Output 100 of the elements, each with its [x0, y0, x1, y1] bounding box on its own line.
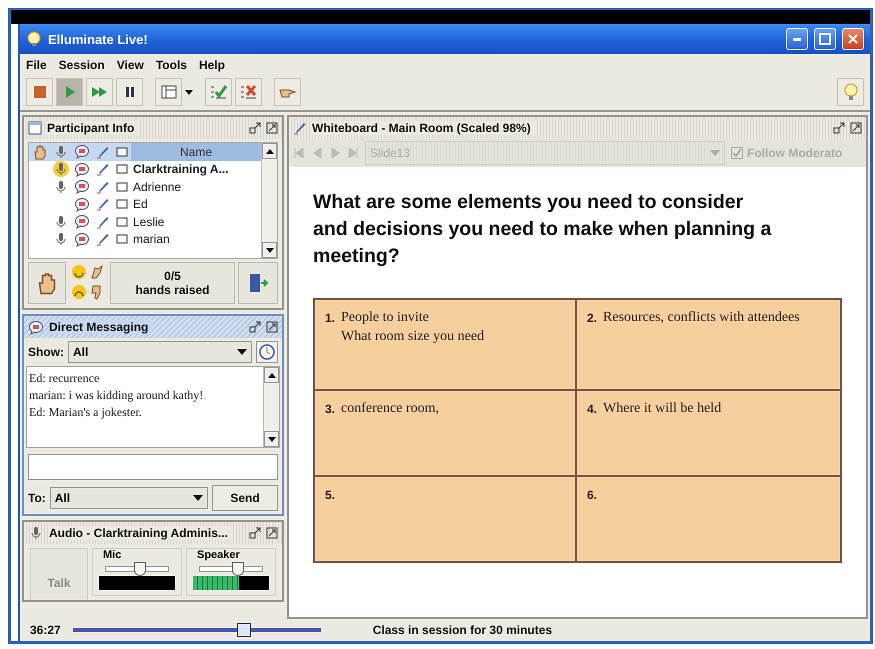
- pencil-icon: [96, 214, 110, 229]
- item-number: 6.: [587, 487, 598, 504]
- group-label: Mic: [102, 549, 122, 562]
- scrollbar[interactable]: [261, 143, 277, 258]
- participant-name[interactable]: Leslie: [131, 214, 261, 229]
- menu-item[interactable]: Tools: [156, 58, 187, 72]
- restore-icon: [249, 122, 261, 134]
- caret-icon: [193, 495, 203, 501]
- panel-title: Participant Info: [47, 121, 138, 135]
- cell-text: Resources, conflicts with attendees: [603, 309, 800, 327]
- door-icon: [247, 272, 269, 294]
- column-header[interactable]: Name: [131, 143, 261, 160]
- menu-item[interactable]: Help: [198, 58, 225, 72]
- lightbulb-icon: [26, 31, 42, 47]
- chat-bubble-icon: [74, 214, 90, 230]
- cell-text: People to invite: [341, 309, 430, 327]
- toolbar-button[interactable]: [235, 78, 262, 106]
- chat-bubble-icon: [74, 162, 90, 177]
- slider-thumb[interactable]: [236, 623, 250, 637]
- chat-message: Ed: recurrence: [29, 371, 100, 386]
- restore-icon: [833, 122, 845, 134]
- caret-icon[interactable]: [185, 90, 193, 94]
- send-button[interactable]: Send: [212, 485, 278, 511]
- cell-text: conference room,: [341, 400, 439, 418]
- close-button[interactable]: [842, 28, 864, 50]
- cell-text: What room size you need: [341, 328, 484, 346]
- item-number: 3.: [325, 401, 336, 418]
- window-icon: [28, 121, 42, 135]
- hands-count: 0/5: [164, 269, 181, 283]
- caret-icon: [237, 349, 247, 355]
- maximize-icon: [850, 122, 862, 134]
- stop-icon: [32, 85, 46, 99]
- minimize-icon: [793, 38, 801, 40]
- chat-bubble-icon: [74, 179, 90, 194]
- pencil-icon: [96, 144, 110, 159]
- panel-title: Whiteboard - Main Room (Scaled 98%): [312, 121, 535, 135]
- scrollbar[interactable]: [263, 367, 279, 447]
- checkbox-label: Follow Moderato: [747, 146, 842, 160]
- toolbar-button[interactable]: [205, 78, 232, 106]
- scroll-arrow-icon: [266, 248, 274, 252]
- restore-icon: [249, 321, 261, 333]
- group-label: Speaker: [196, 549, 241, 562]
- participant-name[interactable]: Adrienne: [131, 180, 261, 194]
- show-label: Show:: [28, 345, 64, 359]
- item-number: 5.: [325, 487, 336, 504]
- checkbox[interactable]: [731, 147, 743, 159]
- message-input[interactable]: [28, 454, 278, 480]
- screen-icon: [116, 234, 128, 244]
- hand-icon: [32, 144, 48, 160]
- participant-name[interactable]: marian: [131, 232, 261, 246]
- pencil-icon: [293, 121, 307, 135]
- scroll-arrow-icon: [268, 372, 276, 378]
- x-list-icon: [240, 84, 258, 100]
- scroll-arrow-icon: [268, 436, 276, 442]
- raise-hand-button[interactable]: [28, 262, 66, 304]
- toolbar-button[interactable]: [116, 78, 143, 106]
- elapsed-time: 36:27: [30, 623, 61, 637]
- item-number: 4.: [587, 401, 598, 418]
- show-dropdown[interactable]: All: [68, 341, 252, 363]
- participant-name[interactable]: Ed: [131, 197, 261, 212]
- lightbulb-icon: [842, 83, 858, 101]
- maximize-icon: [266, 527, 278, 539]
- screen-icon: [116, 164, 128, 174]
- checklist-icon: [210, 84, 228, 100]
- layout-button[interactable]: [155, 78, 182, 106]
- frown-icon[interactable]: [71, 284, 87, 300]
- screen-icon: [116, 182, 128, 192]
- minimize-button[interactable]: [786, 28, 808, 50]
- chat-message: Ed: Marian's a jokester.: [29, 405, 143, 420]
- status-message: Class in session for 30 minutes: [372, 623, 552, 637]
- pencil-icon: [96, 197, 110, 212]
- scroll-arrow-icon: [266, 148, 274, 154]
- recipient-dropdown[interactable]: All: [50, 487, 208, 509]
- history-button[interactable]: [256, 341, 278, 363]
- menu-item[interactable]: File: [26, 58, 47, 72]
- participant-name[interactable]: Clarktraining A...: [131, 162, 261, 176]
- hands-label: hands raised: [135, 283, 210, 297]
- maximize-button[interactable]: [814, 28, 836, 50]
- item-number: 1.: [325, 310, 336, 327]
- exit-button[interactable]: [238, 262, 278, 304]
- chat-bubble-icon: [74, 196, 90, 212]
- fast-forward-icon: [90, 85, 108, 99]
- layout-icon: [160, 85, 176, 99]
- cell-text: Where it will be held: [603, 400, 722, 418]
- chat-bubble-icon: [28, 320, 44, 334]
- menu-item[interactable]: Session: [58, 58, 105, 72]
- slider-thumb[interactable]: [232, 562, 244, 576]
- item-number: 2.: [587, 310, 598, 327]
- chat-bubble-icon: [74, 232, 90, 247]
- chat-bubble-icon: [74, 144, 90, 160]
- pencil-icon: [96, 180, 110, 194]
- slider-thumb[interactable]: [134, 562, 146, 576]
- clock-icon: [259, 344, 275, 360]
- toolbar-button[interactable]: [274, 78, 301, 106]
- window-title: Elluminate Live!: [48, 32, 149, 46]
- smiley-icon[interactable]: [71, 264, 87, 280]
- screen-icon: [116, 216, 128, 227]
- slide-heading: What are some elements you need to consider and decisions you need to make when planning a meeting?: [313, 190, 772, 269]
- restore-icon: [249, 527, 261, 539]
- menu-item[interactable]: View: [116, 58, 144, 72]
